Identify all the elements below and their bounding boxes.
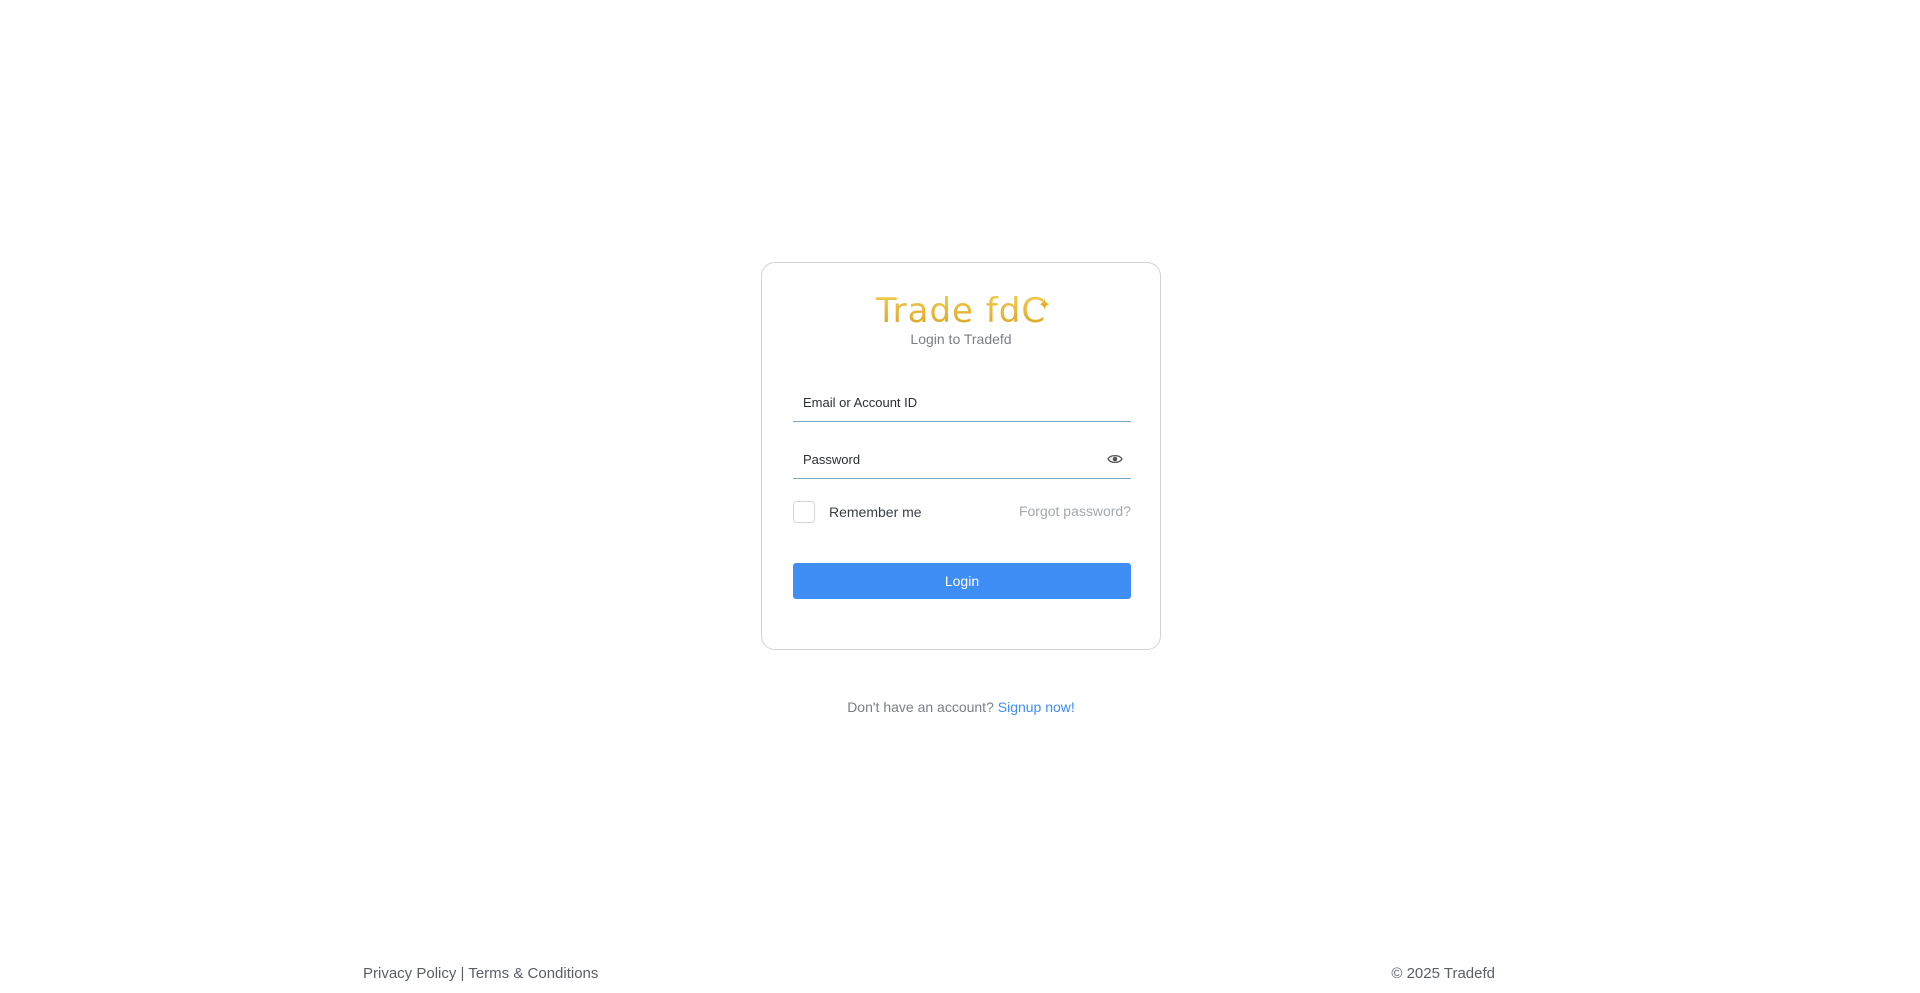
eye-icon[interactable] — [1107, 452, 1123, 466]
signup-prompt: Don't have an account? Signup now! — [761, 699, 1161, 715]
remember-row: Remember me Forgot password? — [793, 501, 1131, 525]
remember-me-checkbox[interactable] — [793, 501, 815, 523]
signup-link[interactable]: Signup now! — [998, 699, 1075, 715]
forgot-password-link[interactable]: Forgot password? — [1019, 503, 1131, 519]
logo-star-icon: ✦ — [1037, 295, 1053, 314]
brand-logo: Trade fdC ✦ — [762, 291, 1160, 335]
email-input[interactable] — [793, 385, 1131, 419]
footer-separator: | — [460, 965, 465, 982]
login-button[interactable]: Login — [793, 563, 1131, 599]
copyright-text: © 2025 Tradefd — [1391, 965, 1495, 982]
remember-me-label[interactable]: Remember me — [829, 504, 922, 520]
privacy-policy-link[interactable]: Privacy Policy — [363, 965, 456, 982]
signup-prompt-text: Don't have an account? — [847, 699, 994, 715]
login-page: Trade fdC✦ Login to Tradefd Remember me … — [0, 0, 1920, 993]
footer-links: Privacy Policy | Terms & Conditions — [363, 965, 598, 982]
login-subtitle: Login to Tradefd — [910, 331, 1012, 347]
login-card: Trade fdC✦ Login to Tradefd Remember me … — [761, 262, 1161, 650]
password-field-wrapper — [793, 442, 1131, 479]
email-field-wrapper — [793, 385, 1131, 422]
password-input[interactable] — [793, 442, 1131, 476]
logo-wordmark: Trade fdC ✦ — [876, 291, 1051, 331]
terms-conditions-link[interactable]: Terms & Conditions — [468, 965, 598, 982]
